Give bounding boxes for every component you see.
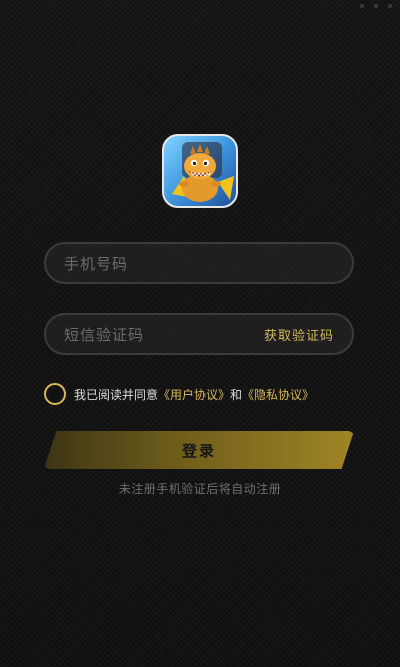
phone-placeholder: 手机号码 [64,254,129,273]
status-dot [360,4,364,8]
get-code-button[interactable]: 获取验证码 [264,325,334,344]
status-dot [388,4,392,8]
agreement-checkbox[interactable] [44,383,66,405]
agreement-and: 和 [230,387,243,402]
login-button[interactable]: 登录 [44,431,354,469]
phone-input[interactable]: 手机号码 [44,242,354,284]
sms-code-input[interactable]: 短信验证码 获取验证码 [44,313,354,355]
sms-code-placeholder: 短信验证码 [64,325,145,344]
agreement-prefix: 我已阅读并同意 [74,387,159,402]
app-mascot-icon [172,142,234,202]
status-dot [374,4,378,8]
privacy-policy-link[interactable]: 《隐私协议》 [242,388,314,402]
app-logo [162,134,238,208]
auto-register-hint: 未注册手机验证后将自动注册 [118,482,282,496]
status-bar-dots [360,4,392,8]
agreement-row: 我已阅读并同意《用户协议》和《隐私协议》 [44,382,314,406]
user-agreement-link[interactable]: 《用户协议》 [158,388,230,402]
agreement-text: 我已阅读并同意《用户协议》和《隐私协议》 [74,386,314,403]
